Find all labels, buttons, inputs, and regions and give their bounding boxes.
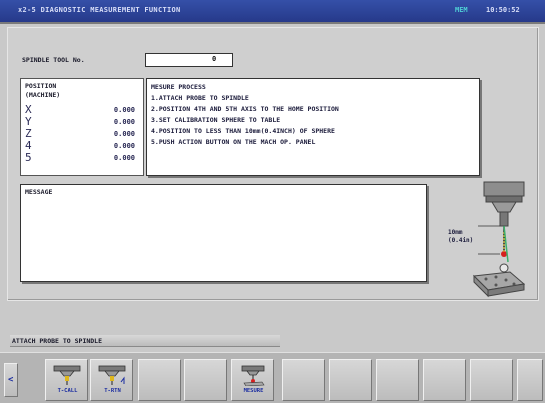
axis-name: Z xyxy=(25,127,32,140)
probe-return-icon xyxy=(98,365,126,385)
spindle-tool-value: 0 xyxy=(212,55,217,63)
softkey-measure[interactable]: MESURE xyxy=(231,359,274,401)
axis-value: 0.000 xyxy=(113,130,135,138)
softkey-blank-10[interactable] xyxy=(470,359,513,401)
clock: 10:50:52 xyxy=(486,6,520,14)
approach-distance-label: 10mm (0.4in) xyxy=(448,229,473,245)
softkey-label: T-RTN xyxy=(104,388,121,394)
axis-name: Y xyxy=(25,115,32,128)
coordinate-row-x: X 0.000 xyxy=(25,104,135,115)
coordinate-row-4: 4 0.000 xyxy=(25,140,135,151)
position-subtitle: (MACHINE) xyxy=(25,91,61,99)
softkey-blank-6[interactable] xyxy=(282,359,325,401)
status-line: ATTACH PROBE TO SPINDLE xyxy=(10,335,280,347)
position-panel: POSITION (MACHINE) X 0.000 Y 0.000 Z 0.0… xyxy=(20,78,144,176)
coordinate-row-y: Y 0.000 xyxy=(25,116,135,127)
process-step: 5.PUSH ACTION BUTTON ON THE MACH OP. PAN… xyxy=(151,138,316,146)
softkey-label: T-CALL xyxy=(57,388,78,394)
softkey-blank-9[interactable] xyxy=(423,359,466,401)
softkey-blank-7[interactable] xyxy=(329,359,372,401)
softkey-bar: < T-CALL T-RTN MESURE xyxy=(0,352,545,403)
screen-title: x2-5 DIAGNOSTIC MEASUREMENT FUNCTION xyxy=(18,6,181,14)
softkey-label: MESURE xyxy=(243,388,264,394)
position-title: POSITION xyxy=(25,82,57,90)
chevron-left-icon: < xyxy=(8,375,14,385)
softkey-blank-8[interactable] xyxy=(376,359,419,401)
process-step: 4.POSITION TO LESS THAN 10mm(0.4INCH) OF… xyxy=(151,127,335,135)
spindle-tool-label: SPINDLE TOOL No. xyxy=(22,56,85,64)
process-step: 2.POSITION 4TH AND 5TH AXIS TO THE HOME … xyxy=(151,105,339,113)
axis-name: 5 xyxy=(25,151,32,164)
softkey-next[interactable] xyxy=(517,359,543,401)
title-bar: x2-5 DIAGNOSTIC MEASUREMENT FUNCTION MEM… xyxy=(0,0,545,24)
coordinate-row-5: 5 0.000 xyxy=(25,152,135,163)
axis-value: 0.000 xyxy=(113,154,135,162)
softkey-t-rtn[interactable]: T-RTN xyxy=(90,359,133,401)
mode-indicator: MEM xyxy=(455,6,468,14)
distance-imperial: (0.4in) xyxy=(448,237,474,244)
status-message: ATTACH PROBE TO SPINDLE xyxy=(12,337,103,345)
axis-value: 0.000 xyxy=(113,142,135,150)
distance-metric: 10mm xyxy=(448,229,463,236)
axis-value: 0.000 xyxy=(113,118,135,126)
message-panel: MESSAGE xyxy=(20,184,427,282)
probe-measure-icon xyxy=(241,365,265,386)
process-step: 3.SET CALIBRATION SPHERE TO TABLE xyxy=(151,116,281,124)
softkey-t-call[interactable]: T-CALL xyxy=(45,359,88,401)
axis-name: 4 xyxy=(25,139,32,152)
cnc-screen: x2-5 DIAGNOSTIC MEASUREMENT FUNCTION MEM… xyxy=(0,0,545,403)
probe-call-icon xyxy=(53,365,81,385)
measure-process-panel: MESURE PROCESS 1.ATTACH PROBE TO SPINDLE… xyxy=(146,78,480,176)
softkey-back-button[interactable]: < xyxy=(4,363,18,397)
spindle-tool-number-field[interactable]: 0 xyxy=(145,53,233,67)
axis-value: 0.000 xyxy=(113,106,135,114)
process-step: 1.ATTACH PROBE TO SPINDLE xyxy=(151,94,249,102)
process-title: MESURE PROCESS xyxy=(151,83,206,91)
coordinate-row-z: Z 0.000 xyxy=(25,128,135,139)
softkey-blank-4[interactable] xyxy=(184,359,227,401)
softkey-blank-3[interactable] xyxy=(138,359,181,401)
message-title: MESSAGE xyxy=(25,188,53,196)
axis-name: X xyxy=(25,103,32,116)
